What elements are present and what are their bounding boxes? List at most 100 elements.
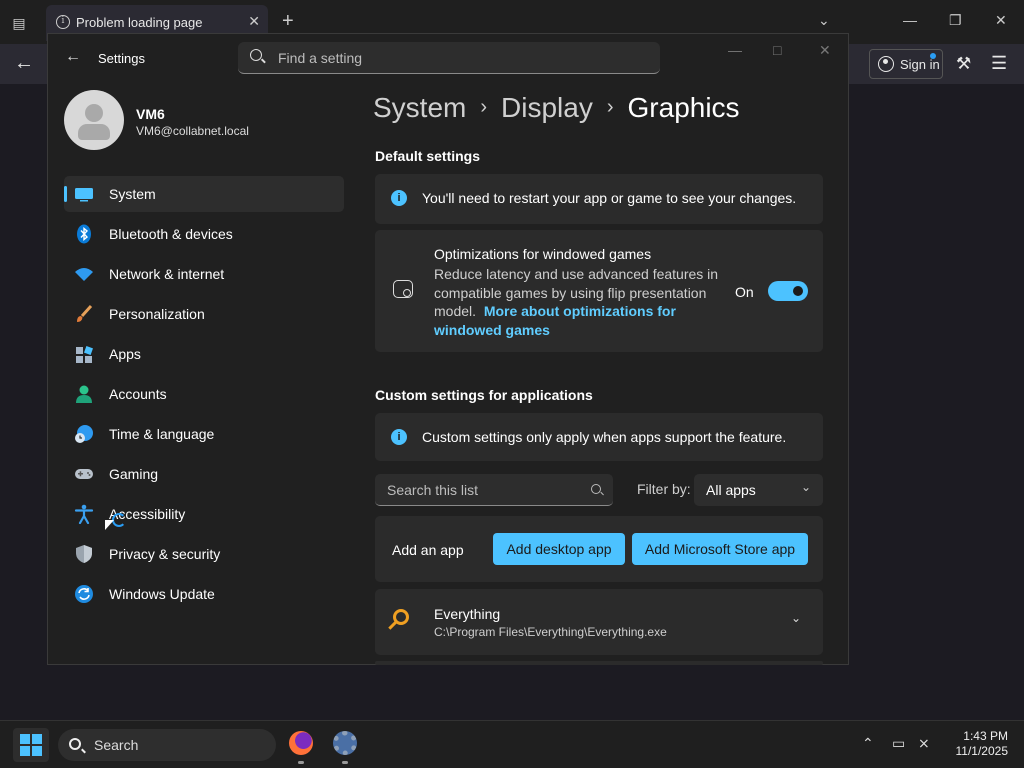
search-icon bbox=[69, 738, 81, 750]
tab-list-icon[interactable]: ▤ bbox=[8, 12, 30, 34]
chevron-right-icon: › bbox=[606, 96, 614, 118]
game-controller-icon bbox=[393, 280, 413, 298]
avatar[interactable] bbox=[64, 90, 124, 150]
extensions-icon[interactable]: ⚒ bbox=[956, 54, 971, 74]
sidebar-item-label: Gaming bbox=[109, 466, 159, 482]
sidebar-item-label: Privacy & security bbox=[109, 546, 221, 562]
new-tab-icon[interactable]: + bbox=[282, 10, 294, 33]
chevron-down-icon[interactable]: ⌄ bbox=[818, 12, 830, 29]
app-list-item-partial bbox=[375, 661, 823, 665]
filter-label: Filter by: bbox=[637, 481, 691, 497]
apps-icon bbox=[76, 346, 93, 363]
sidebar-item-label: System bbox=[109, 186, 156, 202]
everything-app-icon bbox=[393, 609, 409, 625]
sidebar-item-label: Network & internet bbox=[109, 266, 225, 282]
section-heading-custom: Custom settings for applications bbox=[375, 387, 593, 403]
breadcrumb-system[interactable]: System bbox=[373, 92, 466, 123]
filter-dropdown[interactable]: All apps ⌄ bbox=[694, 474, 823, 506]
restart-info-bar: i You'll need to restart your app or gam… bbox=[375, 174, 823, 224]
network-icon[interactable]: ▭ bbox=[892, 735, 905, 752]
minimize-icon[interactable]: — bbox=[728, 42, 742, 58]
window-title: Settings bbox=[98, 51, 145, 66]
controller-icon bbox=[75, 469, 93, 479]
restore-icon[interactable]: ❐ bbox=[949, 12, 962, 29]
firefox-icon[interactable] bbox=[289, 731, 313, 755]
search-icon bbox=[591, 484, 601, 494]
filter-value: All apps bbox=[706, 482, 756, 498]
sidebar-item-privacy-security[interactable]: Privacy & security bbox=[64, 536, 344, 572]
running-indicator bbox=[298, 761, 304, 764]
custom-info-bar: i Custom settings only apply when apps s… bbox=[375, 413, 823, 461]
breadcrumb-display[interactable]: Display bbox=[501, 92, 593, 123]
system-clock[interactable]: 1:43 PM 11/1/2025 bbox=[944, 729, 1009, 759]
add-app-row: Add an app Add desktop app Add Microsoft… bbox=[375, 516, 823, 582]
sidebar-item-personalization[interactable]: Personalization bbox=[64, 296, 344, 332]
list-search-box[interactable] bbox=[375, 474, 613, 506]
sidebar-item-time-language[interactable]: Time & language bbox=[64, 416, 344, 452]
taskbar-search[interactable]: Search bbox=[58, 729, 276, 761]
sidebar-item-system[interactable]: System bbox=[64, 176, 344, 212]
chevron-down-icon: ⌄ bbox=[800, 480, 811, 494]
shield-icon bbox=[76, 545, 92, 563]
sidebar-item-label: Personalization bbox=[109, 306, 205, 322]
sidebar-item-network[interactable]: Network & internet bbox=[64, 256, 344, 292]
minimize-icon[interactable]: — bbox=[903, 12, 917, 28]
breadcrumb: System › Display › Graphics bbox=[373, 92, 740, 124]
settings-search-box[interactable] bbox=[238, 42, 660, 74]
tab-title: Problem loading page bbox=[76, 15, 203, 30]
maximize-icon[interactable]: □ bbox=[773, 42, 781, 58]
close-window-icon[interactable]: ✕ bbox=[995, 12, 1007, 29]
sidebar-item-bluetooth[interactable]: Bluetooth & devices bbox=[64, 216, 344, 252]
back-arrow-icon[interactable]: ← bbox=[14, 52, 34, 75]
wifi-icon bbox=[75, 268, 93, 281]
selection-indicator bbox=[64, 186, 67, 202]
info-text: You'll need to restart your app or game … bbox=[422, 190, 797, 206]
sidebar-item-gaming[interactable]: Gaming bbox=[64, 456, 344, 492]
add-desktop-app-button[interactable]: Add desktop app bbox=[493, 533, 625, 565]
sidebar-item-windows-update[interactable]: Windows Update bbox=[64, 576, 344, 612]
sidebar-item-apps[interactable]: Apps bbox=[64, 336, 344, 372]
account-icon bbox=[878, 56, 894, 72]
app-name: Everything bbox=[434, 606, 501, 622]
section-heading-default: Default settings bbox=[375, 148, 481, 164]
settings-gear-icon[interactable] bbox=[333, 731, 357, 755]
info-text: Custom settings only apply when apps sup… bbox=[422, 429, 787, 445]
volume-muted-icon[interactable]: ⨯ bbox=[918, 735, 930, 752]
windowed-optimizations-toggle[interactable] bbox=[768, 281, 808, 301]
list-search-input[interactable] bbox=[385, 481, 575, 499]
windowed-games-setting: Optimizations for windowed games Reduce … bbox=[375, 230, 823, 352]
settings-search-input[interactable] bbox=[276, 48, 646, 68]
taskbar-search-label: Search bbox=[94, 737, 139, 753]
mouse-cursor-icon bbox=[105, 520, 114, 530]
chevron-up-icon[interactable]: ⌃ bbox=[862, 735, 874, 752]
person-icon bbox=[76, 385, 92, 403]
chevron-down-icon[interactable]: ⌄ bbox=[791, 611, 801, 625]
back-arrow-icon[interactable]: ← bbox=[65, 48, 81, 66]
setting-description: Reduce latency and use advanced features… bbox=[434, 266, 719, 338]
toggle-state-label: On bbox=[735, 284, 754, 300]
search-icon bbox=[250, 49, 262, 61]
info-icon: i bbox=[56, 15, 70, 29]
taskbar: Search ⌃ ▭ ⨯ 1:43 PM 11/1/2025 bbox=[0, 720, 1024, 768]
globe-clock-icon bbox=[75, 425, 93, 443]
setting-title: Optimizations for windowed games bbox=[434, 246, 652, 262]
start-button[interactable] bbox=[13, 728, 49, 762]
monitor-icon bbox=[75, 188, 93, 202]
add-store-app-button[interactable]: Add Microsoft Store app bbox=[632, 533, 808, 565]
running-indicator bbox=[342, 761, 348, 764]
user-email: VM6@collabnet.local bbox=[136, 124, 249, 138]
page-title: Graphics bbox=[627, 92, 740, 123]
close-tab-icon[interactable]: ✕ bbox=[248, 13, 260, 30]
close-icon[interactable]: ✕ bbox=[819, 42, 831, 59]
info-icon: i bbox=[391, 429, 407, 445]
info-icon: i bbox=[391, 190, 407, 206]
app-list-item[interactable]: Everything C:\Program Files\Everything\E… bbox=[375, 589, 823, 655]
busy-spinner-icon bbox=[112, 513, 126, 527]
sign-in-button[interactable]: Sign in bbox=[869, 49, 943, 79]
clock-date: 11/1/2025 bbox=[955, 744, 1009, 758]
update-icon bbox=[75, 585, 93, 603]
bluetooth-icon bbox=[77, 224, 91, 244]
brush-icon bbox=[77, 304, 93, 322]
hamburger-menu-icon[interactable]: ☰ bbox=[991, 53, 1007, 74]
sidebar-item-accounts[interactable]: Accounts bbox=[64, 376, 344, 412]
